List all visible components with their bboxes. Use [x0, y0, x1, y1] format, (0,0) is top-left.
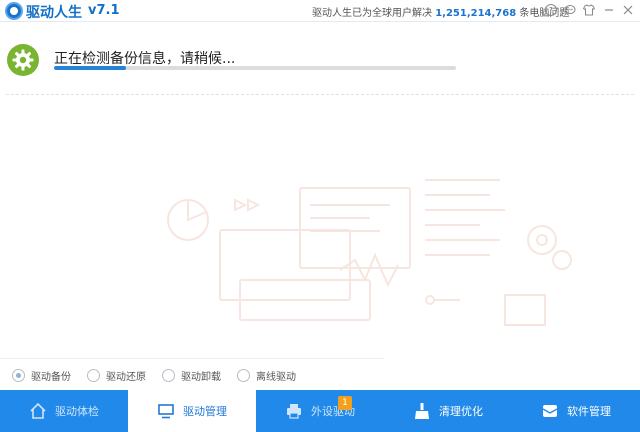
option-group: 驱动备份 驱动还原 驱动卸载 离线驱动 — [12, 368, 312, 383]
option-backup[interactable]: 驱动备份 — [12, 368, 71, 383]
monitor-icon — [158, 404, 174, 419]
progress-bar — [54, 66, 456, 70]
nav-item-driver-manage[interactable]: 驱动管理 — [128, 390, 256, 432]
nav-label: 驱动体检 — [55, 405, 99, 418]
help-label: ? — [548, 5, 554, 15]
broom-icon — [415, 403, 429, 419]
nav-label: 驱动管理 — [183, 405, 227, 418]
progress-fill — [54, 66, 127, 70]
nav-item-software[interactable]: 软件管理 — [512, 390, 640, 432]
skin-shirt-icon[interactable] — [583, 4, 595, 16]
option-label: 离线驱动 — [256, 372, 296, 383]
stats-prefix: 驱动人生已为全球用户解决 — [312, 8, 432, 19]
package-icon — [542, 405, 558, 417]
radio-restore[interactable] — [87, 369, 100, 382]
app-version: v7.1 — [88, 3, 120, 18]
chat-icon[interactable] — [564, 4, 576, 16]
radio-uninstall[interactable] — [162, 369, 175, 382]
app-logo-icon — [5, 2, 23, 20]
radio-backup[interactable] — [12, 369, 25, 382]
nav-label: 软件管理 — [567, 405, 611, 418]
option-label: 驱动卸载 — [181, 372, 221, 383]
nav-label: 清理优化 — [439, 405, 483, 418]
nav-item-check[interactable]: 驱动体检 — [0, 390, 128, 432]
minimize-icon[interactable] — [603, 4, 615, 16]
close-icon[interactable] — [622, 4, 634, 16]
nav-item-cleanup[interactable]: 清理优化 — [384, 390, 512, 432]
divider — [6, 94, 634, 95]
notification-badge: 1 — [338, 396, 352, 410]
option-restore[interactable]: 驱动还原 — [87, 368, 146, 383]
help-icon[interactable]: ? — [545, 4, 557, 16]
options-divider — [0, 358, 384, 359]
house-icon — [30, 402, 46, 419]
status-text: 正在检测备份信息，请稍候... — [54, 51, 236, 67]
stats-count: 1,251,214,768 — [435, 8, 517, 19]
option-offline[interactable]: 离线驱动 — [237, 368, 296, 383]
bottom-nav: 驱动体检 驱动管理 外设驱动 1 清理优化 软件管理 — [0, 390, 640, 432]
nav-item-peripheral[interactable]: 外设驱动 1 — [256, 390, 384, 432]
title-bar: 驱动人生 v7.1 驱动人生已为全球用户解决 1,251,214,768 条电脑… — [0, 0, 640, 22]
app-title: 驱动人生 — [26, 5, 82, 21]
printer-icon — [287, 404, 301, 419]
option-uninstall[interactable]: 驱动卸载 — [162, 368, 221, 383]
option-label: 驱动还原 — [106, 372, 146, 383]
stats-text: 驱动人生已为全球用户解决 1,251,214,768 条电脑问题 — [312, 4, 569, 19]
background-illustration — [167, 179, 572, 326]
radio-offline[interactable] — [237, 369, 250, 382]
gear-icon — [7, 44, 39, 76]
option-label: 驱动备份 — [31, 372, 71, 383]
